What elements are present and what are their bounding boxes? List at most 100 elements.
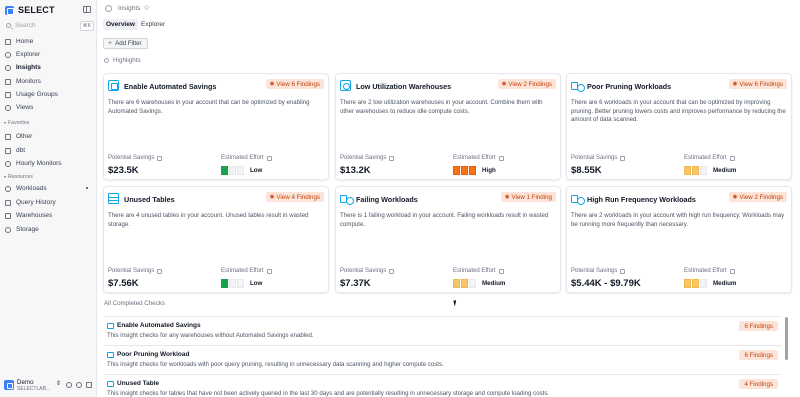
scrollbar[interactable] [785, 317, 788, 360]
effort-segment [237, 279, 244, 288]
sidebar-item-explorer[interactable]: Explorer [4, 49, 94, 60]
sidebar-item-other[interactable]: Other [4, 131, 94, 142]
sidebar-item-home[interactable]: Home [4, 36, 94, 47]
check-title: Enable Automated Savings [107, 322, 201, 329]
insight-card-automated-savings[interactable]: Enable Automated Savings ◉ View 6 Finding… [103, 73, 329, 180]
favorites-label: Favorites [8, 120, 30, 126]
query-history-icon [5, 199, 11, 206]
info-icon[interactable] [620, 155, 626, 161]
insight-card-poor-pruning-workloads[interactable]: Poor Pruning Workloads ◉ View 6 Findings … [566, 73, 792, 180]
card-title: Poor Pruning Workloads [587, 82, 672, 91]
effort-text: Medium [482, 280, 506, 287]
sidebar-item-label: Views [16, 104, 34, 111]
potential-savings-text: Potential Savings [108, 155, 155, 161]
insight-card-failing-workloads[interactable]: Failing Workloads ◉ View 1 Finding There … [335, 186, 561, 293]
folder-icon [5, 147, 11, 154]
findings-label: View 4 Findings [276, 193, 320, 201]
view-findings-button[interactable]: ◉ View 6 Findings [728, 79, 787, 89]
favorites-section[interactable]: ▾ Favorites [4, 120, 29, 126]
findings-badge[interactable]: 6 Findings [739, 321, 778, 331]
user-account: SELECTLAB... [17, 386, 51, 392]
info-icon[interactable] [389, 268, 395, 274]
findings-badge[interactable]: 4 Findings [739, 379, 778, 389]
sidebar-item-label: Workloads [16, 185, 47, 192]
info-icon[interactable] [498, 268, 504, 274]
effort-text: Low [250, 280, 263, 287]
potential-savings-text: Potential Savings [340, 268, 387, 274]
logo[interactable]: SELECT [5, 4, 93, 16]
settings-icon[interactable] [66, 382, 72, 388]
estimated-effort-text: Estimated Effort [453, 155, 496, 161]
effort-text: High [482, 167, 496, 174]
sidebar-item-hourly-monitors[interactable]: Hourly Monitors [4, 158, 94, 169]
card-title: Unused Tables [124, 195, 175, 204]
sidebar-item-storage[interactable]: Storage [4, 224, 94, 235]
findings-icon: ◉ [501, 81, 507, 87]
sidebar-item-usage-groups[interactable]: Usage Groups [4, 89, 94, 100]
sidebar-search[interactable]: Search ⌘K [4, 20, 94, 31]
info-icon[interactable] [729, 155, 735, 161]
insight-card-high-run-frequency-workloads[interactable]: High Run Frequency Workloads ◉ View 2 Fin… [566, 186, 792, 293]
insight-card-low-utilization-warehouses[interactable]: Low Utilization Warehouses ◉ View 2 Findi… [335, 73, 561, 180]
info-icon[interactable] [729, 268, 735, 274]
info-icon[interactable] [266, 268, 272, 274]
potential-savings-text: Potential Savings [108, 268, 155, 274]
tab-explorer[interactable]: Explorer [138, 19, 168, 30]
sidebar-item-warehouses[interactable]: Warehouses [4, 210, 94, 221]
sidebar-item-label: Other [16, 133, 33, 140]
resources-section[interactable]: ▾ Resources [4, 174, 33, 180]
sidebar-item-monitors[interactable]: Monitors [4, 76, 94, 87]
card-description: There are 6 workloads in your account th… [571, 99, 786, 123]
notifications-icon[interactable] [86, 382, 92, 388]
info-icon[interactable] [266, 155, 272, 161]
effort-indicator: High [453, 166, 496, 175]
view-findings-button[interactable]: ◉ View 2 Findings [497, 79, 556, 89]
info-icon[interactable] [389, 155, 395, 161]
view-findings-button[interactable]: ◉ View 6 Findings [265, 79, 324, 89]
info-icon[interactable] [157, 155, 163, 161]
sidebar-item-dbt[interactable]: dbt [4, 145, 94, 156]
tab-overview[interactable]: Overview [103, 19, 138, 30]
effort-segment [453, 279, 460, 288]
sidebar-item-label: dbt [16, 147, 26, 154]
view-findings-button[interactable]: ◉ View 4 Findings [265, 192, 324, 202]
completed-check-row[interactable]: Unused Table This insight checks for tab… [103, 374, 781, 397]
insight-card-unused-tables[interactable]: Unused Tables ◉ View 4 Findings There are… [103, 186, 329, 293]
user-menu[interactable]: Demo SELECTLAB... ⇕ [3, 377, 95, 395]
view-findings-button[interactable]: ◉ View 2 Findings [728, 192, 787, 202]
table-icon [108, 193, 119, 204]
check-title: Poor Pruning Workload [107, 351, 189, 358]
check-title-text: Poor Pruning Workload [117, 351, 190, 358]
sidebar-item-views[interactable]: Views [4, 102, 94, 113]
usage-groups-icon [5, 91, 11, 98]
sidebar-item-label: Warehouses [16, 212, 53, 219]
card-title: Enable Automated Savings [124, 82, 217, 91]
info-icon[interactable] [498, 155, 504, 161]
completed-check-row[interactable]: Poor Pruning Workload This insight check… [103, 345, 781, 373]
potential-savings-value: $8.55K [571, 165, 602, 176]
potential-savings-text: Potential Savings [340, 155, 387, 161]
effort-segment [700, 166, 707, 175]
check-title-text: Enable Automated Savings [117, 322, 201, 329]
collapse-sidebar-icon[interactable] [83, 6, 91, 13]
completed-check-row[interactable]: Enable Automated Savings This insight ch… [103, 316, 781, 344]
expand-icon[interactable]: ⇕ [56, 380, 62, 387]
sidebar-item-label: Query History [16, 199, 56, 206]
explorer-icon [5, 51, 11, 58]
sidebar-item-label: Hourly Monitors [16, 160, 62, 167]
warehouses-icon [5, 212, 11, 219]
star-icon[interactable]: ☆ [143, 3, 150, 12]
view-findings-button[interactable]: ◉ View 1 Finding [500, 192, 556, 202]
sidebar-item-insights[interactable]: Insights [4, 62, 94, 73]
chevron-down-icon: ▾ [4, 120, 7, 125]
info-icon[interactable] [157, 268, 163, 274]
effort-segment [461, 279, 468, 288]
sidebar-item-query-history[interactable]: Query History [4, 197, 94, 208]
effort-segment [229, 166, 236, 175]
help-icon[interactable] [76, 382, 82, 388]
workload-icon [107, 351, 114, 358]
add-filter-button[interactable]: + Add Filter [103, 38, 148, 49]
sidebar-item-workloads[interactable]: Workloads [4, 183, 94, 194]
findings-badge[interactable]: 6 Findings [739, 350, 778, 360]
info-icon[interactable] [620, 268, 626, 274]
